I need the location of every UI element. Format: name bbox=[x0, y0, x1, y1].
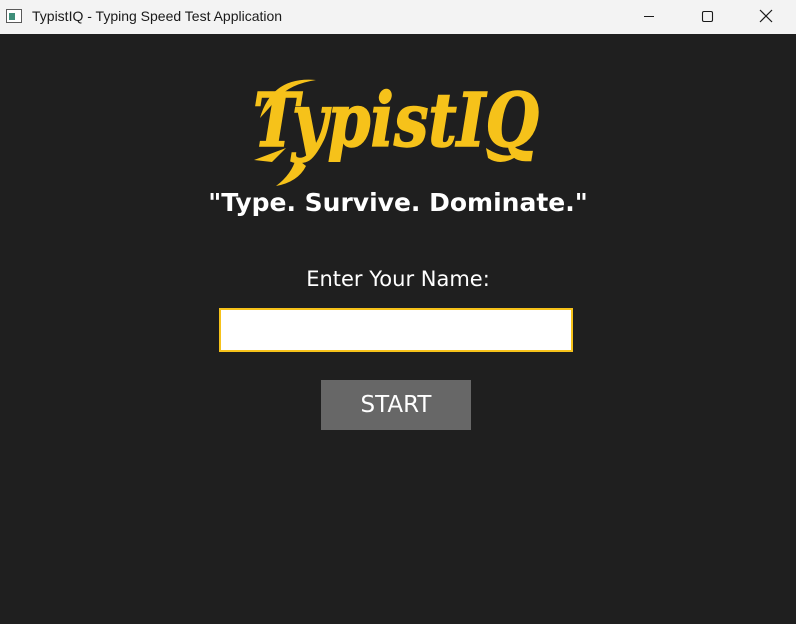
start-button[interactable]: START bbox=[321, 380, 471, 430]
logo: TypistIQ bbox=[246, 70, 550, 190]
logo-text: TypistIQ bbox=[253, 78, 539, 164]
minimize-icon bbox=[644, 16, 654, 17]
close-icon bbox=[759, 9, 773, 23]
tagline: "Type. Survive. Dominate." bbox=[208, 188, 588, 217]
app-icon bbox=[6, 9, 22, 23]
name-input[interactable] bbox=[219, 308, 573, 352]
minimize-button[interactable] bbox=[626, 0, 672, 34]
title-bar[interactable]: TypistIQ - Typing Speed Test Application bbox=[0, 0, 796, 34]
app-window: TypistIQ - Typing Speed Test Application… bbox=[0, 0, 796, 624]
maximize-button[interactable] bbox=[684, 0, 730, 34]
maximize-icon bbox=[701, 10, 714, 23]
window-title: TypistIQ - Typing Speed Test Application bbox=[32, 8, 283, 24]
close-button[interactable] bbox=[742, 0, 788, 34]
name-label: Enter Your Name: bbox=[306, 267, 490, 291]
